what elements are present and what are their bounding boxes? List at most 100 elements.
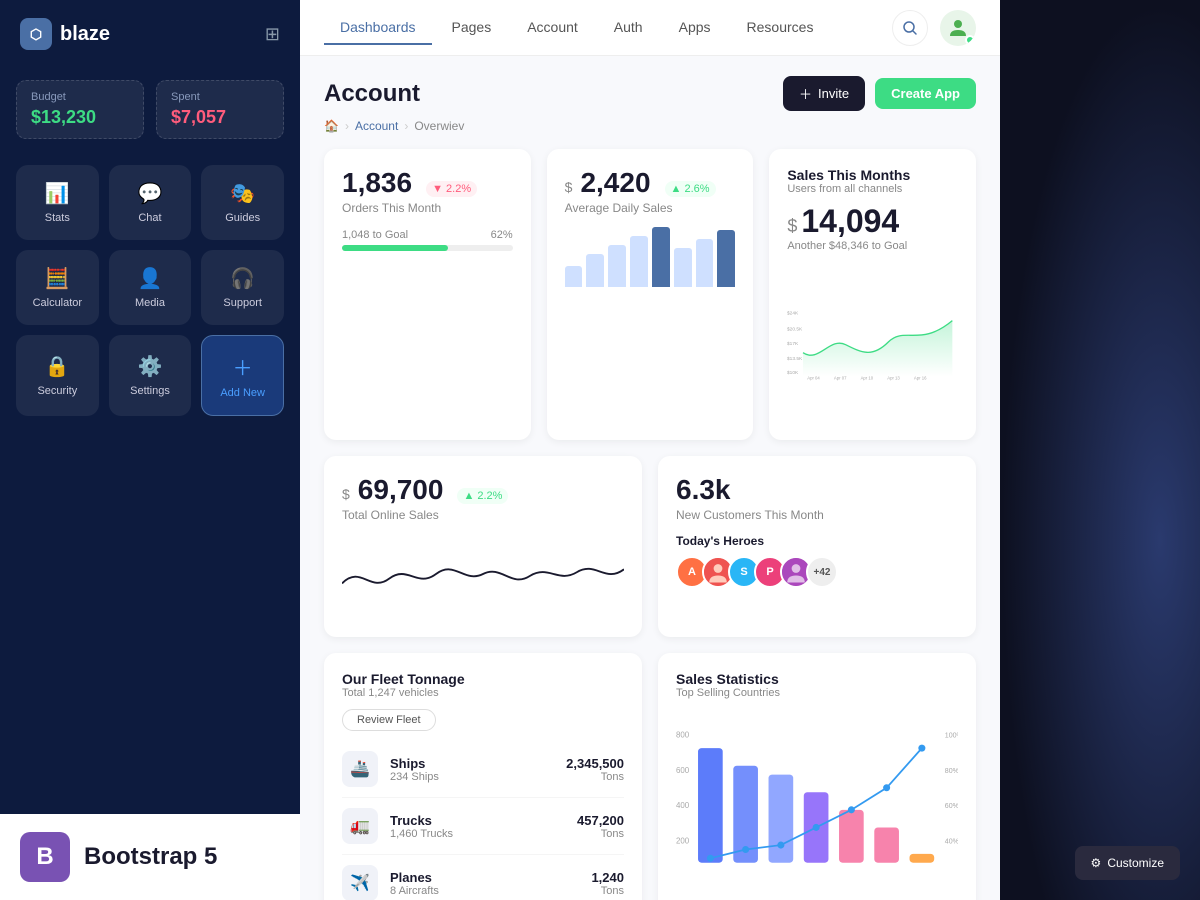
- new-customers-label: New Customers This Month: [676, 508, 958, 522]
- fleet-row-planes: ✈️ Planes 8 Aircrafts 1,240 Tons: [342, 855, 624, 900]
- svg-text:$20.5K: $20.5K: [787, 326, 803, 332]
- daily-sales-card: $ 2,420 ▲ 2.6% Average Daily Sales: [547, 149, 754, 440]
- online-sales-label: Total Online Sales: [342, 508, 624, 522]
- customize-button[interactable]: ⚙ Customize: [1075, 846, 1180, 880]
- sidebar-item-guides[interactable]: 🎭 Guides: [201, 165, 284, 240]
- search-button[interactable]: [892, 10, 928, 46]
- sales-stats-title: Sales Statistics: [676, 671, 958, 687]
- svg-text:$17K: $17K: [787, 341, 799, 347]
- invite-button[interactable]: ＋ Invite: [783, 76, 865, 111]
- sidebar-item-calculator[interactable]: 🧮 Calculator: [16, 250, 99, 325]
- sidebar-header: ⬡ blaze ⊞: [0, 0, 300, 68]
- sales-stats-card: Sales Statistics Top Selling Countries 8…: [658, 653, 976, 900]
- avatar[interactable]: [940, 10, 976, 46]
- bar-5: [652, 227, 670, 287]
- customize-icon: ⚙: [1091, 856, 1102, 870]
- fleet-subtitle: Total 1,247 vehicles: [342, 687, 624, 699]
- stats-grid: 1,836 ▼ 2.2% Orders This Month 1,048 to …: [324, 149, 976, 440]
- orders-value: 1,836: [342, 167, 412, 199]
- online-sales-card: $ 69,700 ▲ 2.2% Total Online Sales: [324, 456, 642, 637]
- chat-icon: 💬: [138, 181, 163, 206]
- chat-label: Chat: [138, 212, 161, 224]
- sidebar-item-chat[interactable]: 💬 Chat: [109, 165, 192, 240]
- sidebar-menu-icon[interactable]: ⊞: [265, 24, 280, 45]
- main-content: Dashboards Pages Account Auth Apps Resou…: [300, 0, 1000, 900]
- sidebar-item-stats[interactable]: 📊 Stats: [16, 165, 99, 240]
- sales-this-month-card: Sales This Months Users from all channel…: [769, 149, 976, 440]
- sales-month-value: 14,094: [801, 203, 899, 240]
- media-label: Media: [135, 297, 165, 309]
- trucks-name: Trucks: [390, 813, 565, 828]
- svg-text:400: 400: [676, 801, 690, 810]
- daily-sales-value: 2,420: [580, 167, 650, 199]
- breadcrumb-sep2: ›: [404, 119, 408, 133]
- fleet-info-ships: Ships 234 Ships: [390, 756, 554, 783]
- breadcrumb-account[interactable]: Account: [355, 119, 398, 133]
- bottom-grid: Our Fleet Tonnage Total 1,247 vehicles R…: [324, 653, 976, 900]
- orders-progress-fill: [342, 245, 448, 251]
- bootstrap-badge: B Bootstrap 5: [0, 814, 300, 900]
- nav-grid: 📊 Stats 💬 Chat 🎭 Guides 🧮 Calculator 👤 M…: [0, 151, 300, 430]
- online-dot: [965, 35, 975, 45]
- sidebar-item-security[interactable]: 🔒 Security: [16, 335, 99, 416]
- content-area: Account ＋ Invite Create App 🏠 › Account …: [300, 56, 1000, 900]
- bar-6: [674, 248, 692, 287]
- tab-pages[interactable]: Pages: [436, 11, 508, 45]
- fleet-value-ships: 2,345,500 Tons: [566, 756, 624, 783]
- right-panel-overlay: [1000, 0, 1200, 900]
- budget-value: $13,230: [31, 107, 129, 128]
- svg-text:60%: 60%: [945, 803, 958, 810]
- media-icon: 👤: [138, 266, 163, 291]
- sidebar: ⬡ blaze ⊞ Budget $13,230 Spent $7,057 📊 …: [0, 0, 300, 900]
- svg-text:$13.5K: $13.5K: [787, 356, 803, 362]
- fleet-row-ships: 🚢 Ships 234 Ships 2,345,500 Tons: [342, 741, 624, 798]
- breadcrumb-home-icon: 🏠: [324, 119, 339, 133]
- daily-sales-change-badge: ▲ 2.6%: [665, 181, 716, 197]
- sidebar-item-media[interactable]: 👤 Media: [109, 250, 192, 325]
- svg-text:200: 200: [676, 836, 690, 845]
- fleet-info-planes: Planes 8 Aircrafts: [390, 870, 579, 897]
- sidebar-item-settings[interactable]: ⚙️ Settings: [109, 335, 192, 416]
- orders-label: Orders This Month: [342, 201, 513, 215]
- trucks-value: 457,200: [577, 813, 624, 828]
- orders-progress-row: 1,048 to Goal 62%: [342, 229, 513, 241]
- sales-stats-subtitle: Top Selling Countries: [676, 687, 958, 699]
- planes-count: 8 Aircrafts: [390, 885, 579, 897]
- svg-text:800: 800: [676, 731, 690, 740]
- invite-plus-icon: ＋: [799, 84, 812, 103]
- sidebar-item-support[interactable]: 🎧 Support: [201, 250, 284, 325]
- settings-icon: ⚙️: [138, 354, 163, 379]
- bootstrap-label: Bootstrap 5: [84, 843, 217, 871]
- bar-7: [696, 239, 714, 287]
- tab-dashboards[interactable]: Dashboards: [324, 11, 432, 45]
- budget-row: Budget $13,230 Spent $7,057: [0, 68, 300, 151]
- sales-stats-chart: 800 600 400 200: [676, 711, 958, 891]
- stats-label: Stats: [45, 212, 70, 224]
- orders-progress-bar: [342, 245, 513, 251]
- calculator-label: Calculator: [33, 297, 83, 309]
- nav-tabs: Dashboards Pages Account Auth Apps Resou…: [324, 11, 829, 45]
- add-new-icon: ＋: [233, 352, 253, 381]
- new-customers-card: 6.3k New Customers This Month Today's He…: [658, 456, 976, 637]
- sidebar-item-add-new[interactable]: ＋ Add New: [201, 335, 284, 416]
- ships-count: 234 Ships: [390, 771, 554, 783]
- tab-auth[interactable]: Auth: [598, 11, 659, 45]
- security-icon: 🔒: [45, 354, 70, 379]
- heroes-title: Today's Heroes: [676, 534, 958, 548]
- sales-month-currency: $: [787, 216, 797, 237]
- new-customers-value: 6.3k: [676, 474, 958, 506]
- settings-label: Settings: [130, 385, 170, 397]
- sales-line-chart-svg: $24K $20.5K $17K $13.5K $10K Apr 04 Apr …: [787, 262, 958, 422]
- bar-3: [608, 245, 626, 287]
- review-fleet-button[interactable]: Review Fleet: [342, 709, 436, 731]
- security-label: Security: [37, 385, 77, 397]
- tab-account[interactable]: Account: [511, 11, 594, 45]
- tab-apps[interactable]: Apps: [663, 11, 727, 45]
- bootstrap-icon: B: [20, 832, 70, 882]
- create-app-button[interactable]: Create App: [875, 78, 976, 109]
- guides-icon: 🎭: [230, 181, 255, 206]
- trucks-count: 1,460 Trucks: [390, 828, 565, 840]
- tab-resources[interactable]: Resources: [731, 11, 830, 45]
- trucks-icon: 🚛: [342, 808, 378, 844]
- spent-label: Spent: [171, 91, 269, 103]
